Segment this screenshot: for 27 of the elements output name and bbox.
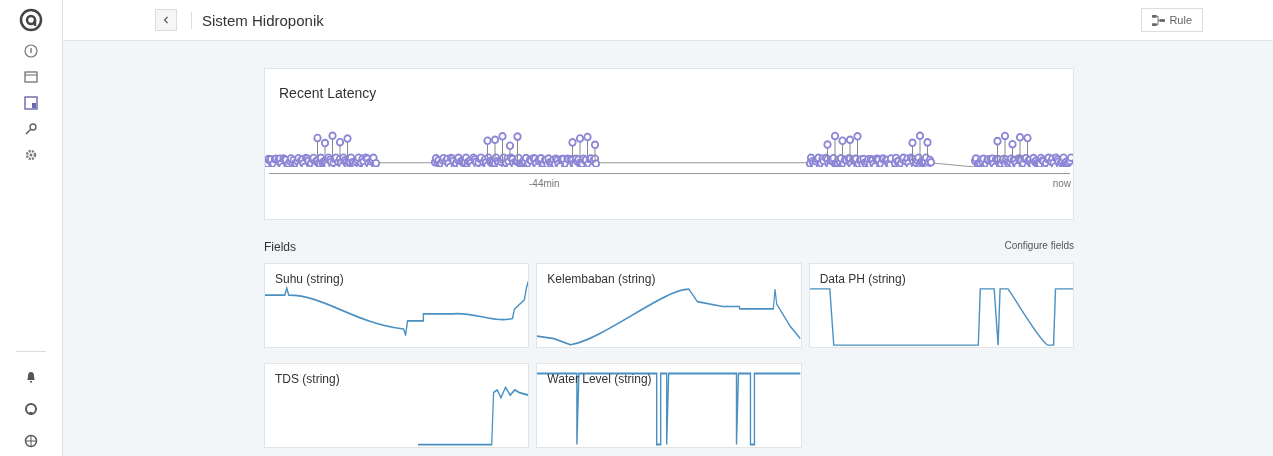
flow-icon [1152,14,1166,26]
settings-icon[interactable] [24,148,38,162]
field-card[interactable]: Kelembaban (string) [536,263,802,348]
configure-fields-link[interactable]: Configure fields [1004,240,1074,254]
card-title: Recent Latency [279,85,378,101]
window-icon[interactable] [24,70,38,84]
field-label: Kelembaban (string) [547,272,656,286]
axis-label: -44min [529,178,560,189]
bell-icon[interactable] [24,370,38,384]
section-title: Fields [264,240,296,254]
field-label: TDS (string) [275,372,340,386]
axis-label: now [1052,178,1071,189]
headset-icon[interactable] [24,402,38,416]
gauge-icon[interactable] [24,44,38,58]
field-card[interactable]: TDS (string) [264,363,530,448]
key-icon[interactable] [24,122,38,136]
back-button[interactable] [155,9,177,31]
chevron-left-icon [163,16,169,24]
globe-icon[interactable] [24,434,38,448]
rule-button[interactable]: Rule [1141,8,1203,32]
field-label: Suhu (string) [275,272,344,286]
page-title: Sistem Hidroponik [191,11,324,29]
logo-icon[interactable] [19,8,43,32]
field-card[interactable]: Data PH (string) [808,263,1074,348]
panel-icon[interactable] [24,96,38,110]
field-label: Data PH (string) [819,272,906,286]
field-card[interactable]: Suhu (string) [264,263,530,348]
